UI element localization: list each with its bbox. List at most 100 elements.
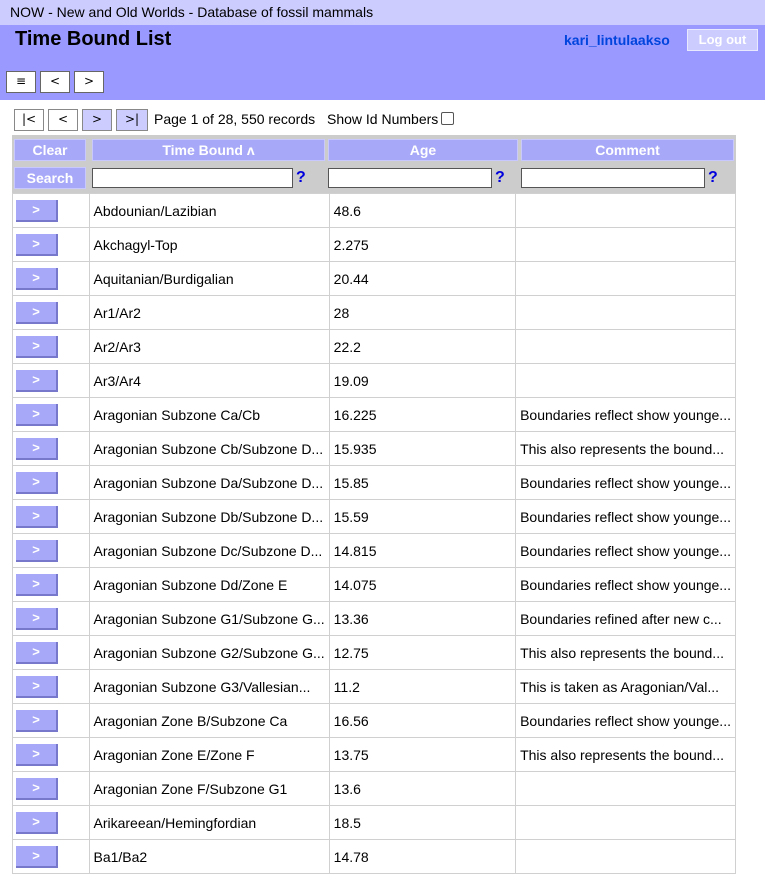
row-action-cell: > (12, 397, 90, 432)
open-row-button[interactable]: > (16, 573, 58, 596)
open-row-button[interactable]: > (16, 505, 58, 528)
open-row-button[interactable]: > (16, 641, 58, 664)
last-page-button[interactable]: >| (116, 109, 148, 131)
comment-filter-input[interactable] (521, 168, 705, 188)
row-action-cell: > (12, 499, 90, 534)
comment-cell (515, 295, 736, 330)
search-button[interactable]: Search (14, 167, 86, 189)
open-row-button[interactable]: > (16, 335, 58, 358)
open-row-button[interactable]: > (16, 777, 58, 800)
age-cell: 15.935 (328, 431, 517, 466)
comment-cell: This also represents the bound... (515, 431, 736, 466)
table-row: > Arikareean/Hemingfordian 18.5 (12, 805, 736, 840)
comment-cell (515, 193, 736, 228)
open-row-button[interactable]: > (16, 607, 58, 630)
menu-button[interactable]: ≡ (6, 71, 36, 93)
age-cell: 22.2 (328, 329, 517, 364)
comment-cell: Boundaries refined after new c... (515, 601, 736, 636)
open-row-button[interactable]: > (16, 369, 58, 392)
prev-page-button[interactable]: < (48, 109, 78, 131)
table-row: > Aragonian Subzone G1/Subzone G... 13.36 B… (12, 601, 736, 636)
age-help-icon[interactable]: ? (495, 169, 505, 187)
open-row-button[interactable]: > (16, 233, 58, 256)
time-bound-cell: Ar3/Ar4 (88, 363, 330, 398)
first-page-button[interactable]: |< (14, 109, 44, 131)
table-row: > Ba1/Ba2 14.78 (12, 839, 736, 874)
table-row: > Aragonian Zone E/Zone F 13.75 This also r… (12, 737, 736, 772)
row-action-cell: > (12, 533, 90, 568)
row-action-cell: > (12, 771, 90, 806)
open-row-button[interactable]: > (16, 437, 58, 460)
row-action-cell: > (12, 261, 90, 296)
clear-button[interactable]: Clear (14, 139, 86, 161)
table-row: > Ar2/Ar3 22.2 (12, 329, 736, 364)
table-row: > Aragonian Subzone Db/Subzone D... 15.59 B… (12, 499, 736, 534)
table-row: > Aragonian Subzone Cb/Subzone D... 15.935… (12, 431, 736, 466)
time-bound-cell: Aragonian Subzone Cb/Subzone D... (88, 431, 330, 466)
row-action-cell: > (12, 839, 90, 874)
comment-cell: This also represents the bound... (515, 635, 736, 670)
time-bound-cell: Aragonian Zone E/Zone F (88, 737, 330, 772)
time-bound-cell: Arikareean/Hemingfordian (88, 805, 330, 840)
table-row: > Aquitanian/Burdigalian 20.44 (12, 261, 736, 296)
table-row: > Aragonian Subzone G2/Subzone G... 12.75 T… (12, 635, 736, 670)
open-row-button[interactable]: > (16, 539, 58, 562)
open-row-button[interactable]: > (16, 199, 58, 222)
open-row-button[interactable]: > (16, 403, 58, 426)
comment-cell (515, 227, 736, 262)
username-link[interactable]: kari_lintulaakso (564, 32, 670, 48)
time-bound-help-icon[interactable]: ? (296, 169, 306, 187)
time-bound-table: > Abdounian/Lazibian 48.6 > Akchagyl-Top 2.27… (12, 193, 736, 874)
open-row-button[interactable]: > (16, 471, 58, 494)
next-page-button[interactable]: > (82, 109, 112, 131)
open-row-button[interactable]: > (16, 675, 58, 698)
row-action-cell: > (12, 805, 90, 840)
time-bound-filter-input[interactable] (92, 168, 293, 188)
row-action-cell: > (12, 567, 90, 602)
history-forward-button[interactable]: > (74, 71, 104, 93)
page-title: Time Bound List (15, 28, 172, 50)
open-row-button[interactable]: > (16, 845, 58, 868)
age-cell: 14.78 (328, 839, 517, 874)
row-action-cell: > (12, 363, 90, 398)
sort-comment-header[interactable]: Comment (521, 139, 734, 161)
age-cell: 18.5 (328, 805, 517, 840)
comment-cell: Boundaries reflect show younge... (515, 499, 736, 534)
age-cell: 28 (328, 295, 517, 330)
table-row: > Aragonian Zone F/Subzone G1 13.6 (12, 771, 736, 806)
age-cell: 16.225 (328, 397, 517, 432)
logout-button[interactable]: Log out (687, 29, 758, 51)
age-cell: 12.75 (328, 635, 517, 670)
page-status: Page 1 of 28, 550 records (154, 111, 316, 127)
time-bound-cell: Aragonian Subzone G3/Vallesian... (88, 669, 330, 704)
open-row-button[interactable]: > (16, 301, 58, 324)
time-bound-cell: Aragonian Subzone Ca/Cb (88, 397, 330, 432)
row-action-cell: > (12, 193, 90, 228)
show-id-checkbox[interactable] (441, 112, 454, 125)
comment-cell (515, 261, 736, 296)
comment-cell: Boundaries reflect show younge... (515, 397, 736, 432)
app-header: Time Bound List kari_lintulaakso Log out… (0, 25, 765, 100)
time-bound-cell: Aragonian Subzone G1/Subzone G... (88, 601, 330, 636)
sort-age-header[interactable]: Age (328, 139, 518, 161)
sort-time-bound-header[interactable]: Time Bound ʌ (92, 139, 325, 161)
age-cell: 13.36 (328, 601, 517, 636)
age-cell: 2.275 (328, 227, 517, 262)
show-id-label: Show Id Numbers (327, 111, 439, 127)
comment-help-icon[interactable]: ? (708, 169, 718, 187)
open-row-button[interactable]: > (16, 709, 58, 732)
open-row-button[interactable]: > (16, 267, 58, 290)
age-cell: 16.56 (328, 703, 517, 738)
row-action-cell: > (12, 227, 90, 262)
age-filter-input[interactable] (328, 168, 492, 188)
time-bound-cell: Aragonian Zone B/Subzone Ca (88, 703, 330, 738)
open-row-button[interactable]: > (16, 743, 58, 766)
table-row: > Aragonian Subzone Dc/Subzone D... 14.815… (12, 533, 736, 568)
age-cell: 20.44 (328, 261, 517, 296)
history-back-button[interactable]: < (40, 71, 70, 93)
time-bound-cell: Abdounian/Lazibian (88, 193, 330, 228)
open-row-button[interactable]: > (16, 811, 58, 834)
comment-cell: This also represents the bound... (515, 737, 736, 772)
time-bound-cell: Akchagyl-Top (88, 227, 330, 262)
table-row: > Ar1/Ar2 28 (12, 295, 736, 330)
